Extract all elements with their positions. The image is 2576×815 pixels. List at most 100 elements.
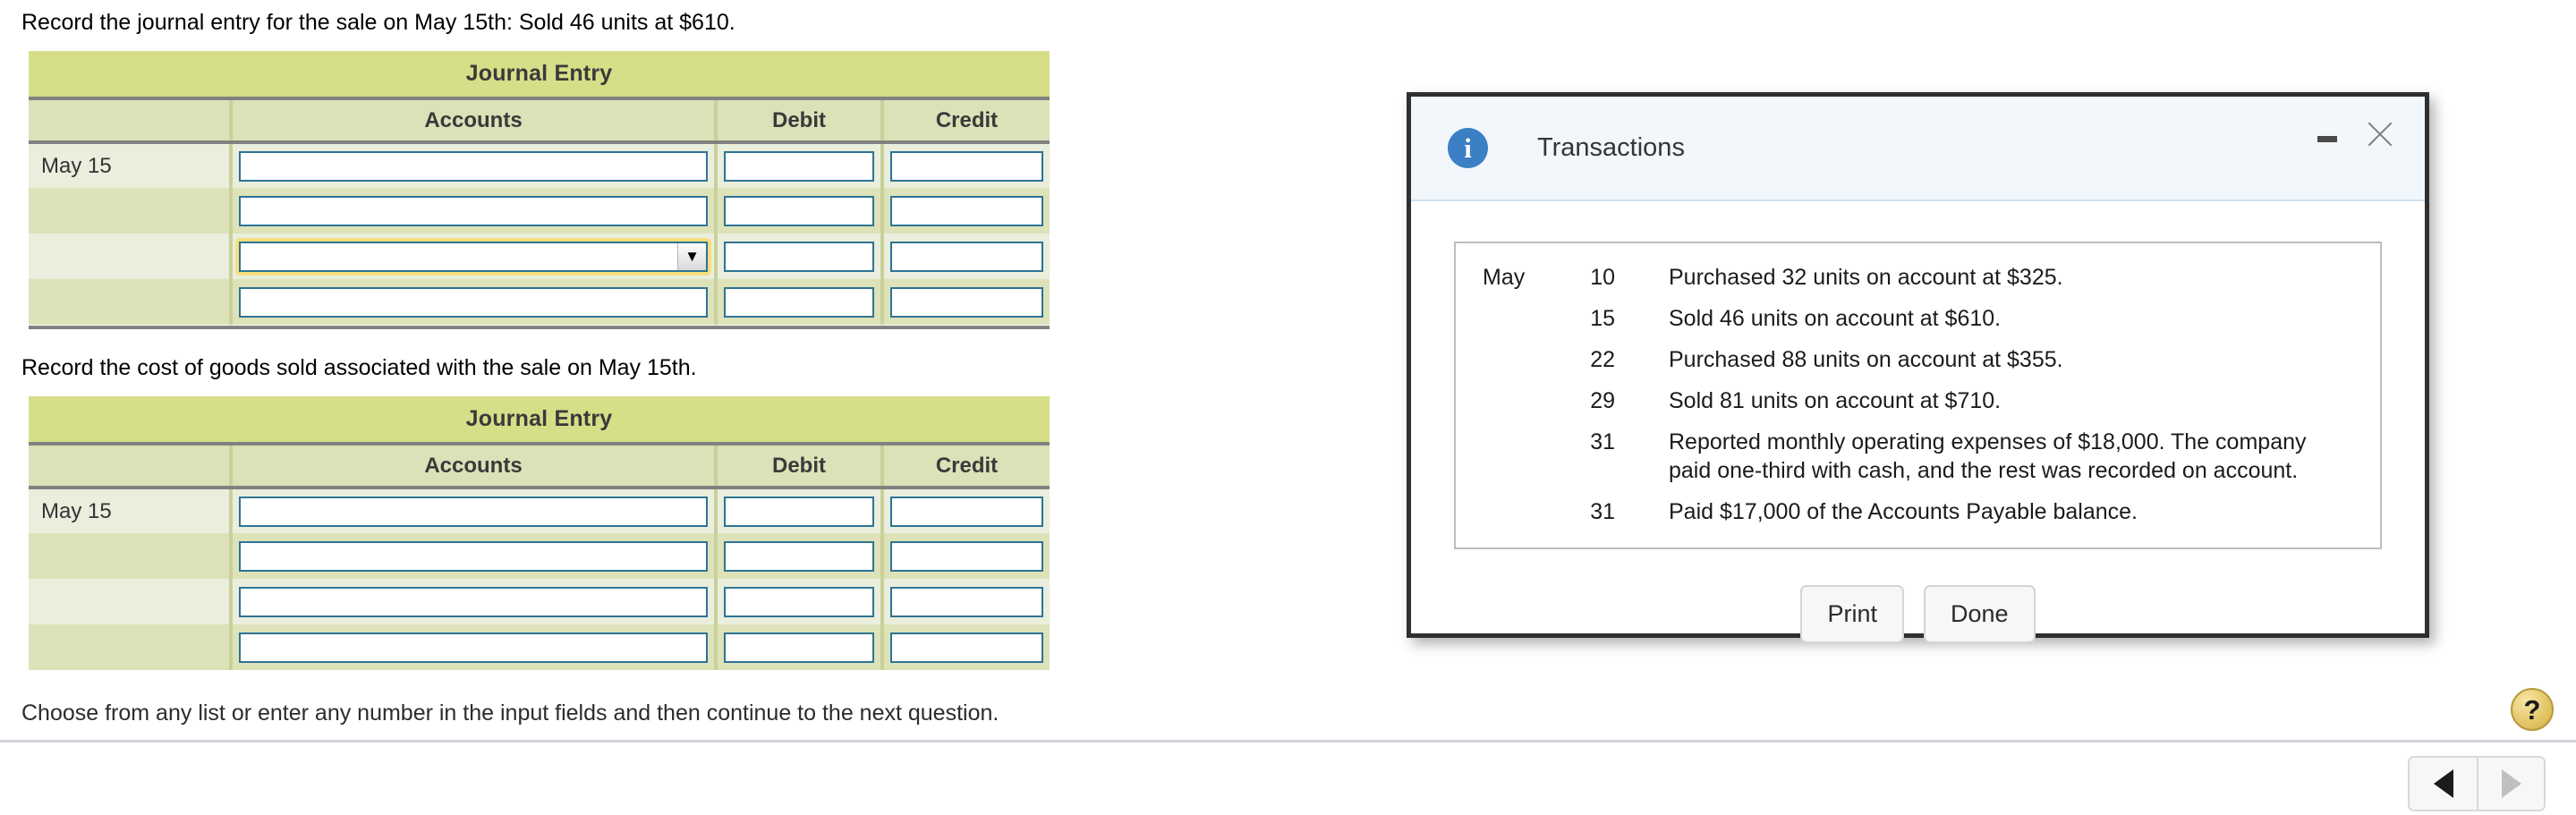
credit-input-row3[interactable]: [890, 241, 1043, 272]
debit-input-row2[interactable]: [724, 195, 874, 226]
previous-arrow-icon: [2433, 769, 2453, 798]
column-header-debit: Debit: [714, 98, 882, 144]
transaction-day: 31: [1590, 429, 1615, 454]
accounts-input-row2[interactable]: [239, 195, 708, 226]
transactions-dialog: i Transactions May 10 Purchased 32 units…: [1407, 92, 2429, 643]
list-item: 31 Paid $17,000 of the Accounts Payable …: [1483, 497, 2353, 526]
cogs-debit-input-row4[interactable]: [724, 632, 874, 663]
credit-input-row4[interactable]: [890, 286, 1043, 318]
cell-credit: [880, 233, 1050, 279]
cogs-accounts-input-row1[interactable]: [239, 496, 708, 527]
cogs-accounts-input-row3[interactable]: [239, 586, 708, 617]
help-icon[interactable]: ?: [2511, 688, 2554, 731]
cogs-accounts-input-row2[interactable]: [239, 540, 708, 572]
accounts-dropdown-value-row3[interactable]: [239, 241, 708, 272]
cell-credit: [880, 279, 1050, 325]
next-question-button[interactable]: [2477, 758, 2544, 810]
table-header-row: Accounts Debit Credit: [29, 444, 1050, 489]
table-header-row: Accounts Debit Credit: [29, 98, 1050, 144]
column-header-accounts: Accounts: [229, 98, 716, 144]
transaction-description: Paid $17,000 of the Accounts Payable bal…: [1669, 499, 2138, 524]
cell-date: [29, 579, 231, 624]
cell-date: May 15: [29, 488, 231, 533]
table-row: [29, 579, 1050, 624]
cogs-debit-input-row3[interactable]: [724, 586, 874, 617]
cogs-credit-input-row1[interactable]: [890, 496, 1043, 527]
table-row: [29, 624, 1050, 670]
cell-credit: [880, 142, 1050, 188]
debit-input-row3[interactable]: [724, 241, 874, 272]
cell-credit: [880, 488, 1050, 533]
credit-input-row2[interactable]: [890, 195, 1043, 226]
transaction-day: 15: [1590, 306, 1615, 331]
app-root: Record the journal entry for the sale on…: [0, 0, 2576, 815]
cell-debit: [714, 279, 882, 325]
list-item: 31 Reported monthly operating expenses o…: [1483, 428, 2353, 485]
cogs-accounts-input-row4[interactable]: [239, 632, 708, 663]
transaction-day: 22: [1590, 347, 1615, 372]
transactions-list: May 10 Purchased 32 units on account at …: [1454, 242, 2382, 549]
accounts-input-row4[interactable]: [239, 286, 708, 318]
chevron-down-icon[interactable]: ▼: [677, 242, 706, 270]
cell-accounts: ▼: [229, 233, 716, 279]
table-row: [29, 533, 1050, 579]
table-row: [29, 188, 1050, 233]
cell-credit: [880, 579, 1050, 624]
cell-date: [29, 188, 231, 233]
cogs-credit-input-row4[interactable]: [890, 632, 1043, 663]
column-header-credit: Credit: [880, 98, 1050, 144]
cogs-credit-input-row2[interactable]: [890, 540, 1043, 572]
next-arrow-icon: [2501, 769, 2521, 798]
list-item: 29 Sold 81 units on account at $710.: [1483, 386, 2353, 415]
transaction-day: 31: [1590, 499, 1615, 524]
cogs-credit-input-row3[interactable]: [890, 586, 1043, 617]
journal-entry-title: Journal Entry: [29, 51, 1050, 100]
transaction-description: Sold 46 units on account at $610.: [1669, 306, 2002, 331]
table-row: [29, 279, 1050, 325]
pagination-controls: [2408, 756, 2546, 811]
dialog-header: i Transactions: [1411, 97, 2425, 201]
accounts-dropdown-row3[interactable]: ▼: [239, 241, 708, 272]
done-button[interactable]: Done: [1923, 585, 2036, 643]
table-title-row: Journal Entry: [29, 51, 1050, 100]
date-label: May 15: [41, 153, 112, 178]
table-row: ▼: [29, 233, 1050, 279]
transaction-description: Purchased 32 units on account at $325.: [1669, 265, 2063, 290]
cell-accounts: [229, 488, 716, 533]
close-icon[interactable]: [2362, 116, 2398, 152]
dialog-footer: Print Done: [1454, 585, 2382, 643]
cogs-debit-input-row1[interactable]: [724, 496, 874, 527]
list-item: 22 Purchased 88 units on account at $355…: [1483, 345, 2353, 374]
cogs-debit-input-row2[interactable]: [724, 540, 874, 572]
table-row: May 15: [29, 488, 1050, 533]
cell-credit: [880, 533, 1050, 579]
journal-entry-table-cogs: Journal Entry Accounts Debit Credit May …: [29, 396, 1050, 670]
debit-input-row4[interactable]: [724, 286, 874, 318]
prompt-cogs-entry: Record the cost of goods sold associated…: [21, 355, 697, 380]
info-icon: i: [1448, 128, 1488, 168]
cell-debit: [714, 233, 882, 279]
dialog-title: Transactions: [1537, 133, 1685, 162]
table-row: May 15: [29, 142, 1050, 188]
cell-credit: [880, 188, 1050, 233]
dialog-body: May 10 Purchased 32 units on account at …: [1411, 201, 2425, 643]
table-title-row: Journal Entry: [29, 396, 1050, 446]
column-header-date: [29, 444, 231, 489]
worksheet-pane: Record the journal entry for the sale on…: [0, 0, 1396, 698]
transaction-day: 10: [1590, 265, 1615, 290]
cell-debit: [714, 533, 882, 579]
credit-input-row1[interactable]: [890, 150, 1043, 182]
minimize-icon[interactable]: [2312, 119, 2342, 149]
cell-credit: [880, 624, 1050, 670]
accounts-input-row1[interactable]: [239, 150, 708, 182]
journal-entry-table-sale: Journal Entry Accounts Debit Credit May …: [29, 51, 1050, 325]
cell-accounts: [229, 579, 716, 624]
journal-entry-title: Journal Entry: [29, 396, 1050, 446]
debit-input-row1[interactable]: [724, 150, 874, 182]
cell-date: [29, 233, 231, 279]
window-controls: [2312, 116, 2398, 152]
transaction-description: Purchased 88 units on account at $355.: [1669, 347, 2063, 372]
previous-question-button[interactable]: [2410, 758, 2477, 810]
print-button[interactable]: Print: [1800, 585, 1904, 643]
transaction-month: May: [1483, 265, 1526, 290]
